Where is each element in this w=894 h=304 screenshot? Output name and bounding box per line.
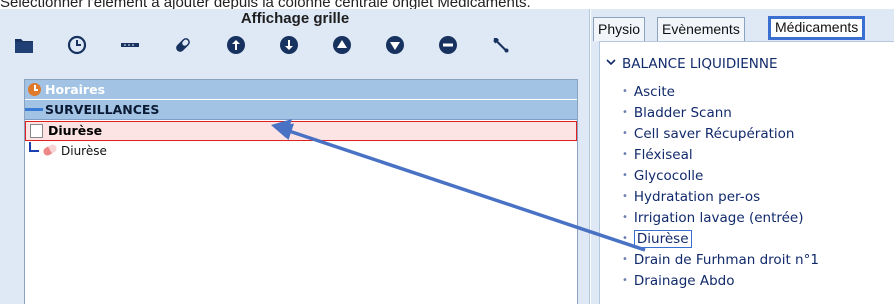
bullet-icon: • bbox=[622, 86, 628, 97]
bullet-icon: • bbox=[622, 149, 628, 160]
bullet-icon: • bbox=[622, 191, 628, 202]
list-item-label: Glycocolle bbox=[633, 168, 704, 184]
pill-icon bbox=[41, 143, 59, 157]
list-item[interactable]: • Glycocolle bbox=[622, 165, 703, 186]
arrow-down-circle-icon[interactable] bbox=[277, 33, 301, 57]
tree-row-label: Diurèse bbox=[48, 123, 103, 138]
list-item[interactable]: • Drainage Abdo bbox=[622, 270, 735, 291]
tree-row-label: Diurèse bbox=[61, 144, 107, 158]
bullet-icon: • bbox=[622, 107, 628, 118]
list-item[interactable]: • Bladder Scann bbox=[622, 102, 732, 123]
group-balance-liquidienne[interactable]: BALANCE LIQUIDIENNE bbox=[606, 56, 778, 74]
tree-row-horaires[interactable]: Horaires bbox=[25, 80, 577, 100]
list-item-label: Diurèse bbox=[633, 230, 692, 248]
tree-row-diurese-child[interactable]: Diurèse bbox=[25, 142, 577, 162]
list-item-label: Drainage Abdo bbox=[633, 273, 735, 289]
arrow-up-circle-icon[interactable] bbox=[224, 33, 248, 57]
group-label: BALANCE LIQUIDIENNE bbox=[622, 56, 778, 72]
tree-row-surveillances[interactable]: SURVEILLANCES bbox=[25, 100, 577, 120]
list-item[interactable]: • Hydratation per-os bbox=[622, 186, 760, 207]
grid-display-panel: Affichage grille Horaires SURVEILLANCES … bbox=[0, 9, 590, 304]
chevron-down-icon bbox=[606, 59, 616, 66]
panel-title: Affichage grille bbox=[240, 10, 350, 27]
catalog-panel: Physio Evènements Médicaments BALANCE LI… bbox=[591, 9, 894, 304]
list-item[interactable]: • Fléxiseal bbox=[622, 144, 693, 165]
list-item[interactable]: • Ascite bbox=[622, 81, 675, 102]
bullet-icon: • bbox=[622, 212, 628, 223]
folder-icon[interactable] bbox=[12, 33, 36, 57]
tab-evenements[interactable]: Evènements bbox=[657, 17, 745, 41]
clock-icon bbox=[28, 83, 41, 96]
list-item[interactable]: • Drain de Furhman droit n°1 bbox=[622, 249, 819, 270]
bullet-icon: • bbox=[622, 233, 628, 244]
triangle-down-circle-icon[interactable] bbox=[383, 33, 407, 57]
list-item-label: Bladder Scann bbox=[633, 105, 732, 121]
list-item[interactable]: • Cell saver Récupération bbox=[622, 123, 795, 144]
tab-medicaments[interactable]: Médicaments bbox=[768, 16, 866, 40]
list-item-label: Irrigation lavage (entrée) bbox=[633, 210, 804, 226]
bullet-icon: • bbox=[622, 128, 628, 139]
bullet-icon: • bbox=[622, 254, 628, 265]
bullet-icon: • bbox=[622, 170, 628, 181]
tree-row-diurese-selected[interactable]: Diurèse bbox=[25, 121, 577, 141]
clock-icon[interactable] bbox=[65, 33, 89, 57]
tab-physio[interactable]: Physio bbox=[593, 17, 646, 41]
wrench-icon[interactable] bbox=[489, 33, 513, 57]
medication-list: BALANCE LIQUIDIENNE • Ascite • Bladder Scan… bbox=[599, 41, 894, 304]
separator-icon bbox=[25, 108, 43, 111]
list-item[interactable]: • Diurèse bbox=[622, 228, 692, 249]
tree-row-label: SURVEILLANCES bbox=[45, 102, 160, 117]
minus-circle-icon[interactable] bbox=[436, 33, 460, 57]
triangle-up-circle-icon[interactable] bbox=[330, 33, 354, 57]
dashed-line-icon[interactable] bbox=[118, 33, 142, 57]
grid-toolbar bbox=[12, 33, 582, 57]
list-item-label: Hydratation per-os bbox=[633, 189, 761, 205]
list-item-label: Fléxiseal bbox=[633, 147, 693, 163]
pill-icon[interactable] bbox=[171, 33, 195, 57]
list-item-label: Ascite bbox=[633, 84, 675, 100]
grid-tree: Horaires SURVEILLANCES Diurèse Diurèse bbox=[24, 79, 578, 304]
bullet-icon: • bbox=[622, 275, 628, 286]
row-checkbox[interactable] bbox=[30, 124, 43, 138]
tree-row-label: Horaires bbox=[45, 82, 106, 97]
list-item-label: Cell saver Récupération bbox=[633, 126, 795, 142]
list-item[interactable]: • Irrigation lavage (entrée) bbox=[622, 207, 804, 228]
list-item-label: Drain de Furhman droit n°1 bbox=[633, 252, 819, 268]
